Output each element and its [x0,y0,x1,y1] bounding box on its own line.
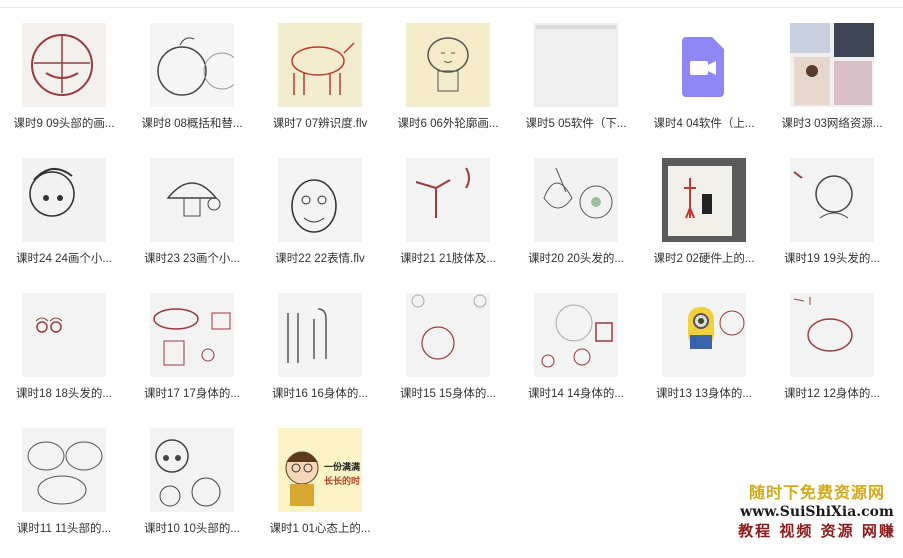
file-label: 课时24 24画个小... [16,253,112,265]
watermark-tagline: 教程 视频 资源 网赚 [738,522,896,540]
file-item[interactable]: 课时2 02硬件上的... [640,153,768,288]
file-label: 课时9 09头部的画... [13,118,115,130]
file-label: 课时10 10头部的... [144,523,240,535]
file-label: 课时23 23画个小... [144,253,240,265]
file-item[interactable]: 课时23 23画个小... [128,153,256,288]
file-label: 课时19 19头发的... [784,253,880,265]
file-thumbnail [790,293,874,377]
file-thumbnail [278,23,362,107]
file-label: 课时17 17身体的... [144,388,240,400]
file-item[interactable]: 课时6 06外轮廓画... [384,18,512,153]
file-item[interactable]: 课时15 15身体的... [384,288,512,423]
svg-text:一份满满: 一份满满 [324,461,360,473]
file-item[interactable]: 课时18 18头发的... [0,288,128,423]
file-label: 课时6 06外轮廓画... [397,118,499,130]
file-thumbnail [22,293,106,377]
file-item[interactable]: 课时9 09头部的画... [0,18,128,153]
file-thumbnail [534,158,618,242]
file-item[interactable]: 课时16 16身体的... [256,288,384,423]
file-label: 课时13 13身体的... [656,388,752,400]
file-item[interactable]: 课时13 13身体的... [640,288,768,423]
top-divider [0,7,903,8]
file-label: 课时20 20头发的... [528,253,624,265]
file-grid: 课时9 09头部的画... 课时8 08概括和替... 课时7 07辨识度.flv 课… [0,18,896,558]
file-label: 课时7 07辨识度.flv [272,118,368,130]
file-item[interactable]: 课时12 12身体的... [768,288,896,423]
file-item[interactable]: 课时8 08概括和替... [128,18,256,153]
file-label: 课时21 21肢体及... [400,253,496,265]
file-label: 课时14 14身体的... [528,388,624,400]
file-item[interactable]: 一份满满长长的时课时1 01心态上的... [256,423,384,558]
file-thumbnail [150,23,234,107]
file-thumbnail [790,23,874,107]
file-label: 课时2 02硬件上的... [653,253,755,265]
file-label: 课时16 16身体的... [272,388,368,400]
file-label: 课时12 12身体的... [784,388,880,400]
file-label: 课时11 11头部的... [16,523,112,535]
file-item[interactable]: 课时5 05软件（下... [512,18,640,153]
file-thumbnail [662,158,746,242]
file-item[interactable]: 课时11 11头部的... [0,423,128,558]
file-label: 课时1 01心态上的... [269,523,371,535]
file-item[interactable]: 课时7 07辨识度.flv [256,18,384,153]
watermark-logo: 随时下免费资源网 www.SuiShiXia.com 教程 视频 资源 网赚 [737,483,897,545]
file-thumbnail [150,428,234,512]
file-item[interactable]: 课时3 03网络资源... [768,18,896,153]
file-label: 课时3 03网络资源... [781,118,883,130]
file-thumbnail [662,293,746,377]
file-item[interactable]: 课时22 22表情.flv [256,153,384,288]
watermark-url: www.SuiShiXia.com [740,504,894,520]
file-item[interactable]: 课时14 14身体的... [512,288,640,423]
file-label: 课时18 18头发的... [16,388,112,400]
file-thumbnail [278,158,362,242]
file-label: 课时22 22表情.flv [275,253,365,265]
file-item[interactable]: 课时20 20头发的... [512,153,640,288]
file-thumbnail [406,23,490,107]
file-thumbnail [534,293,618,377]
file-item[interactable]: 课时17 17身体的... [128,288,256,423]
video-file-icon [662,23,746,107]
file-thumbnail [22,428,106,512]
file-thumbnail [790,158,874,242]
file-item[interactable]: 课时10 10头部的... [128,423,256,558]
file-thumbnail [406,293,490,377]
file-item[interactable]: 课时24 24画个小... [0,153,128,288]
file-label: 课时4 04软件（上... [653,118,755,130]
file-thumbnail [22,23,106,107]
watermark-title: 随时下免费资源网 [748,483,885,502]
file-thumbnail [150,293,234,377]
file-label: 课时8 08概括和替... [141,118,243,130]
file-label: 课时15 15身体的... [400,388,496,400]
file-thumbnail [150,158,234,242]
file-thumbnail: 一份满满 长长的时 [278,428,362,512]
file-item[interactable]: 课时4 04软件（上... [640,18,768,153]
file-thumbnail [22,158,106,242]
file-item[interactable]: 课时21 21肢体及... [384,153,512,288]
file-thumbnail [406,158,490,242]
file-thumbnail [278,293,362,377]
file-label: 课时5 05软件（下... [525,118,627,130]
svg-text:长长的时: 长长的时 [324,475,360,487]
file-item[interactable]: 课时19 19头发的... [768,153,896,288]
file-thumbnail [534,23,618,107]
